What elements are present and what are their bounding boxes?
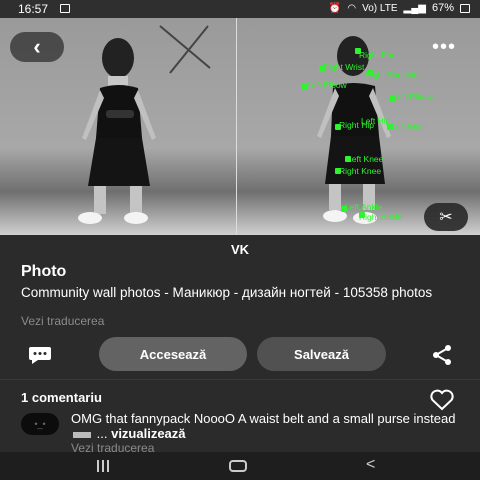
wifi-icon: ◠ — [347, 2, 357, 14]
pose-label: Left Elbow — [393, 92, 433, 102]
pose-label: Left Wrist — [391, 122, 427, 132]
comment-icon[interactable] — [28, 345, 52, 365]
pose-label: Right Ankle — [359, 212, 402, 222]
pin-title: Photo — [21, 263, 67, 280]
chevron-left-icon: ‹ — [33, 34, 41, 59]
gallery-notification-icon — [60, 4, 70, 13]
view-more-link[interactable]: vizualizează — [111, 426, 185, 441]
more-options-button[interactable]: ••• — [424, 32, 464, 62]
pose-label: Left Elbow — [307, 80, 347, 90]
section-divider — [0, 379, 480, 380]
scissors-icon: ✂ — [439, 209, 453, 226]
pose-label: Right Ear — [359, 50, 395, 60]
pose-label: Left Hip — [361, 116, 391, 126]
battery-level: 67% — [431, 2, 454, 14]
translate-link[interactable]: Vezi traducerea — [21, 314, 104, 328]
more-horizontal-icon: ••• — [431, 35, 456, 58]
pose-label: Left Knee — [347, 154, 384, 164]
heart-icon[interactable] — [429, 389, 455, 411]
action-row: Accesează Salvează — [0, 337, 480, 373]
comment-body: OMG that fannypack NoooO A waist belt an… — [71, 411, 466, 441]
pin-description: Community wall photos - Маникюр - дизайн… — [21, 285, 433, 300]
pose-label: Left Ankle — [345, 202, 383, 212]
crop-search-button[interactable]: ✂ — [424, 203, 468, 231]
back-button[interactable]: ‹ — [10, 32, 64, 62]
pin-image[interactable]: Right Ear Right Wrist Right Shoulder Lef… — [0, 18, 480, 235]
save-button[interactable]: Salvează — [257, 337, 386, 371]
comments-count: 1 comentariu — [21, 390, 102, 405]
status-bar: 16:57 ⏰ ◠ Vo) LTE ▂▄▆ 67% — [0, 0, 480, 18]
home-button[interactable] — [229, 460, 247, 472]
source-name: VK — [230, 242, 250, 257]
navigation-bar: < — [0, 452, 480, 480]
avatar[interactable]: •_• — [21, 413, 59, 435]
pose-label: Right Shoulder — [365, 70, 422, 80]
avatar-face: •_• — [34, 419, 46, 429]
battery-icon — [460, 3, 470, 13]
comment-ellipsis: ... — [96, 426, 108, 441]
alarm-icon: ⏰ — [328, 2, 342, 14]
recent-apps-button[interactable] — [94, 460, 112, 472]
emoji-icon — [73, 431, 91, 438]
status-time: 16:57 — [18, 2, 49, 16]
status-indicators: ⏰ ◠ Vo) LTE ▂▄▆ 67% — [329, 2, 470, 14]
visit-button[interactable]: Accesează — [99, 337, 247, 371]
network-label: Vo) LTE — [362, 2, 398, 14]
comment-text-start: OMG that fannypack NoooO A waist belt an… — [71, 411, 456, 426]
pose-label: Right Knee — [339, 166, 382, 176]
share-icon[interactable] — [431, 344, 453, 366]
nav-back-button[interactable]: < — [366, 456, 375, 474]
signal-icon: ▂▄▆ — [403, 2, 426, 14]
pose-label: Right Wrist — [323, 62, 365, 72]
